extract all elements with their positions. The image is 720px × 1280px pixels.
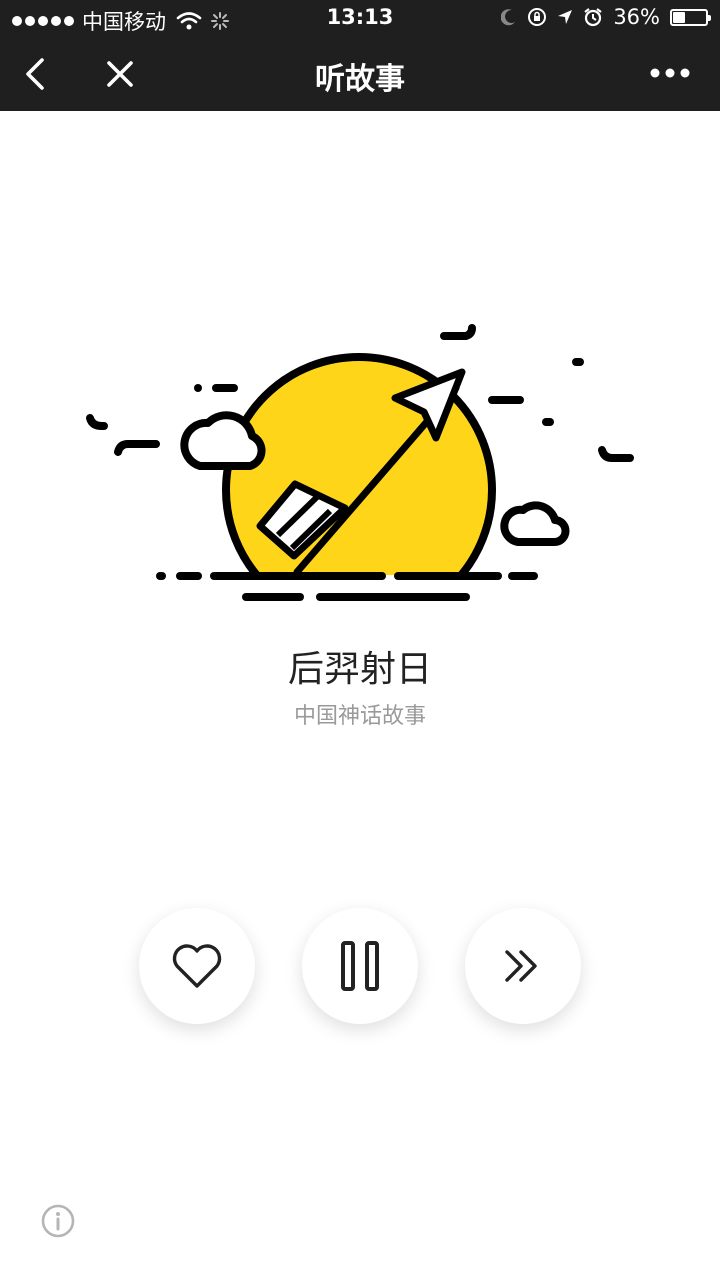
cloud-icon — [180, 411, 266, 470]
status-bar: 中国移动 13:13 36% — [0, 0, 720, 36]
rotation-lock-icon — [528, 8, 547, 26]
page-title: 听故事 — [315, 62, 405, 97]
heart-icon — [172, 944, 222, 988]
alarm-icon — [584, 8, 602, 27]
sun-arrow-illustration — [86, 324, 634, 601]
double-chevron-right-icon — [505, 950, 537, 982]
info-button[interactable] — [40, 1203, 76, 1239]
info-icon — [41, 1204, 75, 1238]
pause-button[interactable] — [302, 908, 418, 1024]
pause-icon — [341, 941, 379, 991]
more-dots-icon — [650, 68, 690, 78]
location-icon — [558, 10, 573, 24]
story-title: 后羿射日 — [287, 649, 432, 690]
next-button[interactable] — [465, 908, 581, 1024]
battery-fill — [673, 11, 686, 23]
like-button[interactable] — [139, 908, 255, 1024]
moon-icon — [501, 9, 516, 26]
battery-percent: 36% — [613, 5, 660, 29]
battery-icon — [670, 8, 711, 26]
story-category: 中国神话故事 — [293, 704, 426, 729]
more-button[interactable] — [646, 50, 696, 98]
status-right: 36% — [501, 5, 711, 29]
nav-bar: 听故事 — [0, 36, 720, 111]
